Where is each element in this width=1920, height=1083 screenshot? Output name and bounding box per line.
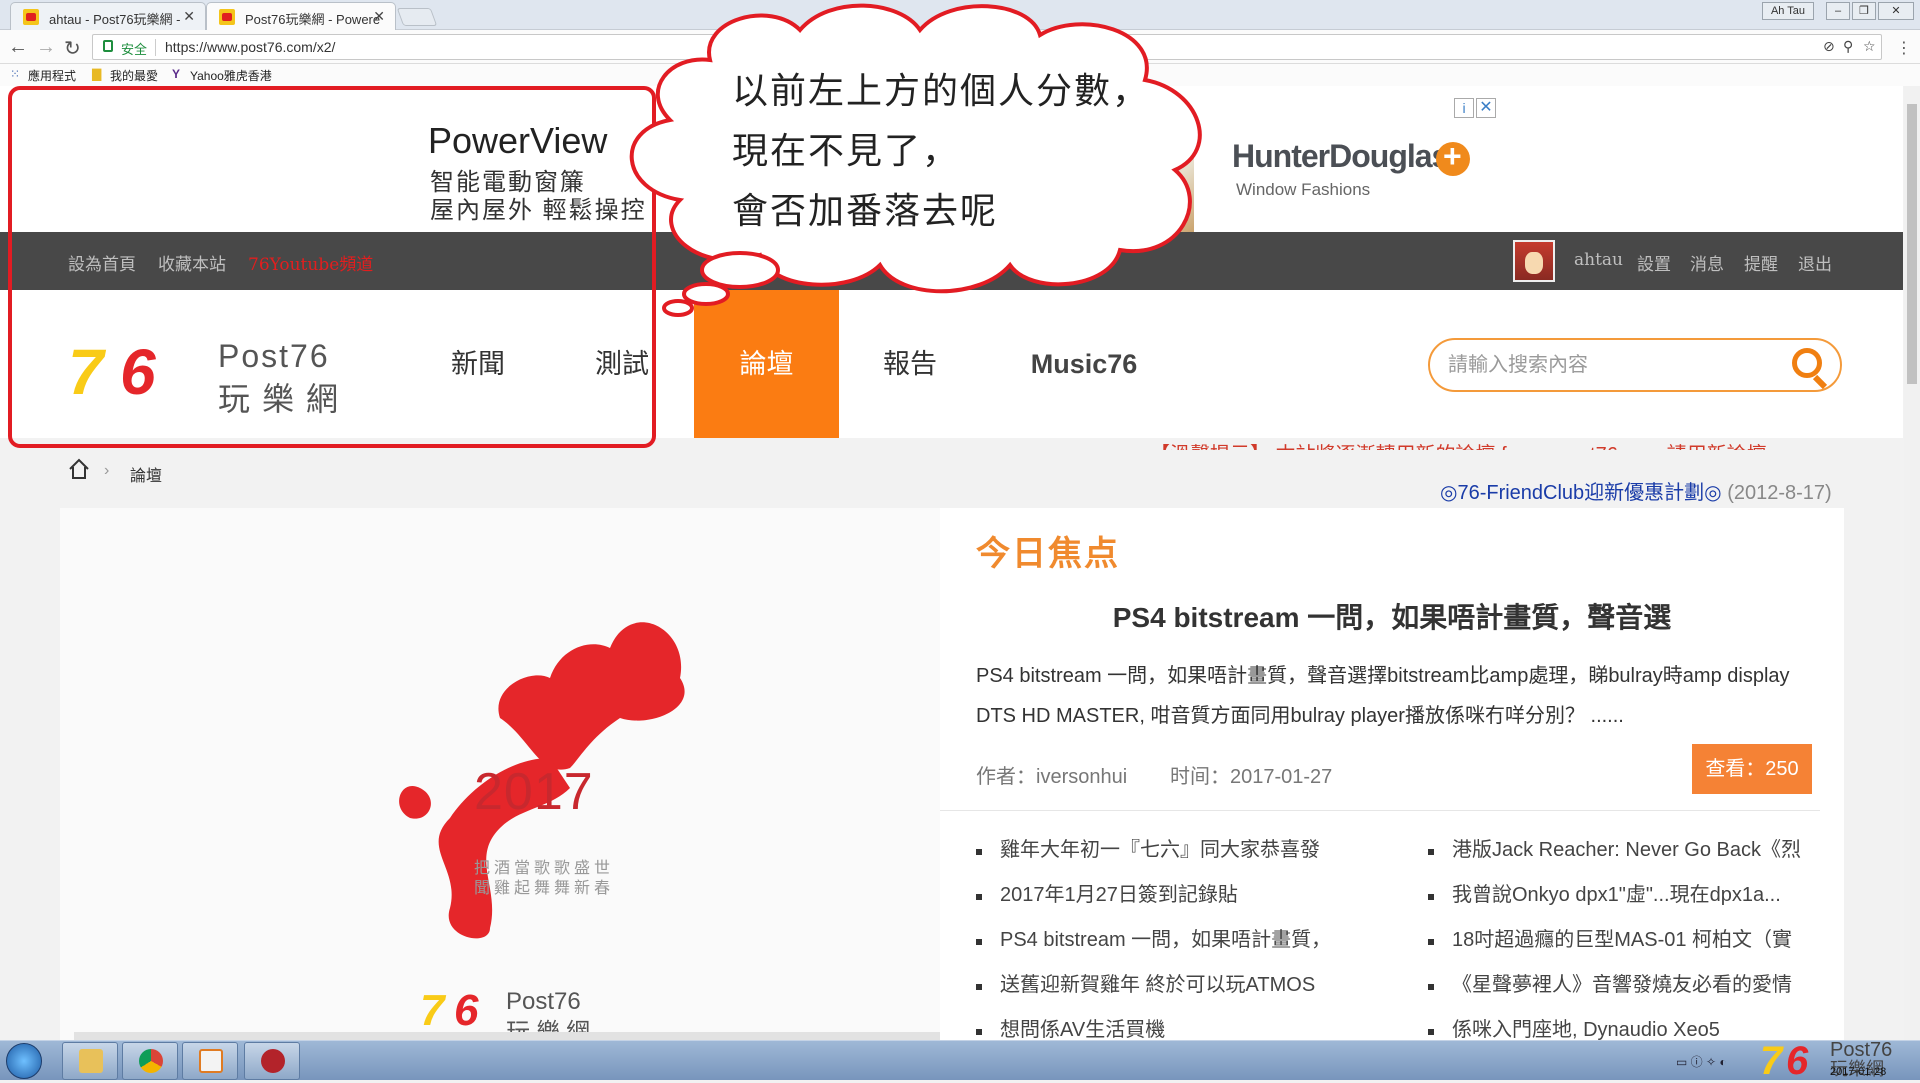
- username-link[interactable]: ahtau: [1574, 250, 1623, 270]
- bookmark-favorites[interactable]: 我的最愛: [110, 67, 158, 84]
- folder-icon: ▇: [92, 67, 102, 81]
- page-scrollbar[interactable]: [1904, 86, 1920, 1040]
- annotation-thought-bubble: 以前左上方的個人分數， 現在不見了， 會否加番落去呢: [600, 0, 1260, 320]
- app-icon: [261, 1049, 285, 1073]
- chrome-icon: [139, 1049, 163, 1073]
- reload-icon[interactable]: ↻: [64, 36, 81, 61]
- post-list-right: 港版Jack Reacher: Never Go Back《烈 我曾說Onkyo…: [1428, 828, 1828, 1053]
- start-button-icon[interactable]: [6, 1043, 42, 1079]
- list-item[interactable]: 《星聲夢裡人》音響發燒友必看的愛情: [1428, 963, 1828, 1008]
- banner-logo-7: 7: [420, 986, 445, 1035]
- today-focus-panel: 今日焦点 PS4 bitstream 一問，如果唔計畫質，聲音選 PS4 bit…: [940, 508, 1844, 1041]
- bookmark-yahoo[interactable]: Yahoo雅虎香港: [190, 67, 272, 84]
- post-list-left: 雞年大年初一『七六』同大家恭喜發 2017年1月27日簽到記錄貼 PS4 bit…: [976, 828, 1396, 1053]
- profile-button[interactable]: Ah Tau: [1762, 2, 1814, 20]
- new-year-banner[interactable]: 2017 把酒當歌歌盛世 聞雞起舞舞新春 7 6 Post76 玩樂網: [60, 508, 940, 1040]
- tab-title: ahtau - Post76玩樂網 -: [49, 12, 181, 27]
- apps-grid-icon[interactable]: ⁙: [10, 67, 20, 81]
- breadcrumb-current[interactable]: 論壇: [130, 462, 162, 486]
- banner-logo-6: 6: [454, 986, 479, 1035]
- close-tab-icon[interactable]: ✕: [373, 8, 385, 25]
- ticker-line-2-text: ◎76-FriendClub迎新優惠計劃◎: [1440, 482, 1722, 504]
- yahoo-icon: Y: [172, 67, 181, 81]
- close-window-icon[interactable]: ✕: [1878, 2, 1914, 20]
- list-item[interactable]: PS4 bitstream 一問，如果唔計畫質，: [976, 918, 1396, 963]
- browser-tab-1[interactable]: ahtau - Post76玩樂網 - ✕: [10, 2, 206, 30]
- notifications-link[interactable]: 提醒: [1744, 250, 1778, 275]
- settings-link[interactable]: 設置: [1637, 250, 1671, 275]
- clock-date[interactable]: 2017-01-28: [1830, 1066, 1886, 1078]
- taskbar-media-player[interactable]: [182, 1042, 238, 1080]
- focus-summary: PS4 bitstream 一問，如果唔計畫質，聲音選擇bitstream比am…: [976, 665, 1790, 727]
- system-tray-icons[interactable]: ▭ ⓘ ✧ ◐: [1676, 1053, 1727, 1070]
- taskbar-app[interactable]: [244, 1042, 300, 1080]
- new-tab-button[interactable]: [396, 8, 438, 26]
- blocked-popup-icon[interactable]: ⊘: [1823, 38, 1835, 55]
- list-item[interactable]: 2017年1月27日簽到記錄貼: [976, 873, 1396, 918]
- home-icon[interactable]: [68, 458, 90, 480]
- banner-slogan-2: 聞雞起舞舞新春: [474, 880, 615, 897]
- url-text: https://www.post76.com/x2/: [165, 39, 336, 55]
- maximize-icon[interactable]: ❐: [1852, 2, 1876, 20]
- scrollbar-thumb[interactable]: [1907, 104, 1917, 384]
- search-box: [1428, 338, 1842, 392]
- ticker-line-1[interactable]: 【溫馨提示】 本站將逐漸轉用新的論壇 forum.post76.com 請用新論…: [1150, 438, 1767, 450]
- media-player-icon: [199, 1049, 223, 1073]
- annotation-highlight-box: [8, 86, 656, 448]
- ticker-line-2[interactable]: ◎76-FriendClub迎新優惠計劃◎ (2012-8-17): [1440, 476, 1832, 505]
- close-tab-icon[interactable]: ✕: [183, 8, 195, 25]
- forum-content: 2017 把酒當歌歌盛世 聞雞起舞舞新春 7 6 Post76 玩樂網 今日焦点…: [60, 508, 1844, 1041]
- annotation-line-3: 會否加番落去呢: [732, 190, 999, 231]
- taskbar-chrome[interactable]: [122, 1042, 178, 1080]
- focus-author: 作者：iversonhui: [976, 766, 1128, 788]
- folder-icon: [79, 1049, 103, 1073]
- list-item[interactable]: 18吋超過癮的巨型MAS-01 柯柏文（實: [1428, 918, 1828, 963]
- hunterdouglas-logo-icon: [1436, 138, 1470, 176]
- back-arrow-icon[interactable]: ←: [8, 36, 28, 59]
- taskbar-explorer[interactable]: [62, 1042, 118, 1080]
- menu-kebab-icon[interactable]: ⋮: [1896, 38, 1912, 58]
- ad-brand-hunterdouglas: HunterDouglas: [1232, 138, 1449, 174]
- zoom-icon[interactable]: ⚲: [1843, 38, 1853, 55]
- chevron-right-icon: ›: [104, 462, 110, 479]
- lock-icon: [103, 40, 113, 52]
- bookmark-apps[interactable]: 應用程式: [28, 67, 76, 84]
- avatar[interactable]: [1513, 240, 1555, 282]
- list-item[interactable]: 送舊迎新賀雞年 終於可以玩ATMOS: [976, 963, 1396, 1008]
- annotation-line-1: 以前左上方的個人分數，: [732, 70, 1151, 111]
- list-item[interactable]: 我曾說Onkyo dpx1"虛"...現在dpx1a...: [1428, 873, 1828, 918]
- ad-info-icon[interactable]: i: [1454, 98, 1474, 118]
- focus-time: 时间：2017-01-27: [1170, 766, 1333, 788]
- minimize-icon[interactable]: –: [1826, 2, 1850, 20]
- banner-scrollbar[interactable]: [74, 1032, 940, 1040]
- list-item[interactable]: 港版Jack Reacher: Never Go Back《烈: [1428, 828, 1828, 873]
- search-input[interactable]: [1448, 352, 1768, 378]
- view-count-badge[interactable]: 查看：250: [1692, 744, 1812, 794]
- annotation-line-2: 現在不見了，: [732, 130, 961, 171]
- banner-year: 2017: [474, 763, 594, 821]
- bookmark-star-icon[interactable]: ☆: [1863, 38, 1876, 55]
- ticker-line-2-date: (2012-8-17): [1727, 482, 1832, 504]
- focus-title: 今日焦点: [976, 535, 1120, 573]
- divider: [155, 39, 156, 56]
- divider: [940, 810, 1820, 811]
- secure-label: 安全: [121, 42, 148, 57]
- taskbar-logo-7: 7: [1760, 1039, 1783, 1083]
- os-taskbar: ▭ ⓘ ✧ ◐ 7 6 Post76 玩樂網 2017-01-28: [0, 1039, 1920, 1083]
- search-icon[interactable]: [1792, 348, 1822, 378]
- site-favicon-icon: [23, 9, 39, 25]
- taskbar-logo-6: 6: [1786, 1039, 1809, 1083]
- tab-title: Post76玩樂網 - Powere: [245, 12, 381, 27]
- browser-tab-2[interactable]: Post76玩樂網 - Powere ✕: [206, 2, 396, 30]
- site-favicon-icon: [219, 9, 235, 25]
- list-item[interactable]: 雞年大年初一『七六』同大家恭喜發: [976, 828, 1396, 873]
- ad-close-icon[interactable]: ✕: [1476, 98, 1496, 118]
- focus-headline[interactable]: PS4 bitstream 一問，如果唔計畫質，聲音選: [940, 596, 1844, 636]
- breadcrumb: › 論壇 【溫馨提示】 本站將逐漸轉用新的論壇 forum.post76.com…: [0, 438, 1903, 508]
- logout-link[interactable]: 退出: [1798, 250, 1832, 275]
- forward-arrow-icon[interactable]: →: [36, 36, 56, 59]
- messages-link[interactable]: 消息: [1690, 250, 1724, 275]
